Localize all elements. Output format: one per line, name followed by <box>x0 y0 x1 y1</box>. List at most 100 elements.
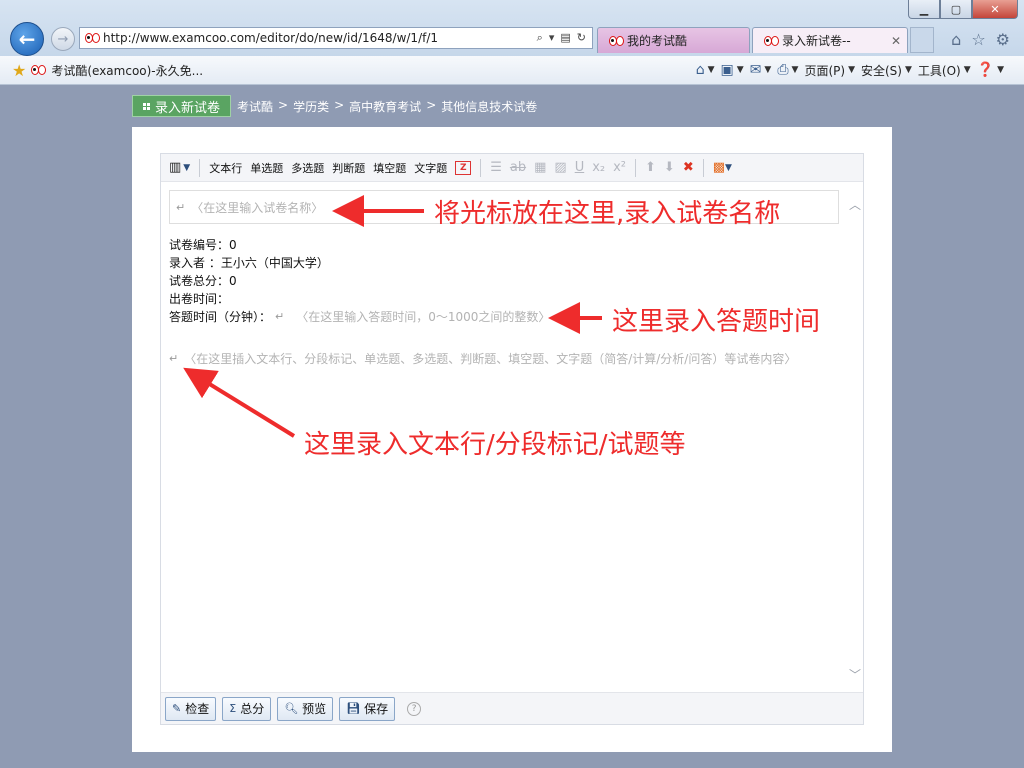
favorites-star-icon[interactable]: ☆ <box>971 30 985 49</box>
chevron-down-icon[interactable]: ▼ <box>183 163 190 173</box>
insert-text-line[interactable]: 文本行 <box>209 160 242 176</box>
sigma-icon: Σ <box>229 702 237 715</box>
underline-icon[interactable]: U <box>575 160 585 175</box>
printer-icon: ⎙ <box>777 62 789 78</box>
breadcrumb-sep: > <box>334 97 345 112</box>
feeds-button[interactable]: ▣ ▼ <box>721 62 744 78</box>
scroll-up-icon[interactable]: ︿ <box>849 199 861 211</box>
new-paper-button[interactable]: 录入新试卷 <box>132 95 232 117</box>
new-tab-button[interactable] <box>910 27 934 53</box>
return-mark-icon: ↵ <box>169 352 179 365</box>
move-down-icon[interactable]: ⬇ <box>664 160 675 175</box>
help-icon: ❓ <box>976 62 995 78</box>
move-up-icon[interactable]: ⬆ <box>645 160 656 175</box>
dropdown-icon[interactable]: ▾ <box>549 31 555 45</box>
time-label: 出卷时间： <box>169 292 230 306</box>
breadcrumb-item[interactable]: 其他信息技术试卷 <box>441 98 537 115</box>
total-value: 0 <box>229 274 237 288</box>
total-score-button[interactable]: Σ 总分 <box>222 696 272 721</box>
editor-bottom-bar: ✎ 检查 Σ 总分 🔍︎ 预览 💾︎ 保存 ? <box>161 692 863 724</box>
minimize-icon[interactable]: ▁ <box>908 0 940 19</box>
help-icon[interactable]: ? <box>407 701 422 716</box>
insert-fill-blank[interactable]: 填空题 <box>373 160 406 176</box>
paper-no-label: 试卷编号： <box>169 238 230 252</box>
home-icon[interactable]: ⌂ <box>951 30 961 49</box>
insert-multi-choice[interactable]: 多选题 <box>291 160 324 176</box>
tab-label: 我的考试酷 <box>627 34 688 48</box>
breadcrumb-sep: > <box>278 97 289 112</box>
help-menu[interactable]: ❓ ▼ <box>977 62 1004 78</box>
mail-icon: ✉ <box>749 62 762 78</box>
home-icon: ⌂ <box>695 62 705 78</box>
breadcrumb-item[interactable]: 学历类 <box>293 98 329 115</box>
breadcrumb-item[interactable]: 考试酷 <box>237 98 273 115</box>
paper-no-value: 0 <box>229 238 237 252</box>
image-icon[interactable]: ▨ <box>554 160 566 175</box>
check-button[interactable]: ✎ 检查 <box>165 696 217 721</box>
compat-view-icon[interactable]: ▤ <box>560 31 570 45</box>
list-icon[interactable]: ☰ <box>490 160 502 175</box>
favorite-favicon-icon <box>31 65 47 75</box>
table-icon[interactable]: ▦ <box>534 160 546 175</box>
settings-gear-icon[interactable]: ⚙ <box>996 30 1010 49</box>
maximize-icon[interactable]: ▢ <box>940 0 972 19</box>
paper-body-input[interactable]: ↵ 〈在这里插入文本行、分段标记、单选题、多选题、判断题、填空题、文字题（简答/… <box>169 350 839 367</box>
favorite-link[interactable]: 考试酷(examcoo)-永久免... <box>51 62 203 79</box>
check-icon: ✎ <box>172 702 182 715</box>
page-header: 录入新试卷 考试酷 > 学历类 > 高中教育考试 > 其他信息技术试卷 <box>132 95 537 117</box>
forward-arrow-icon: → <box>57 31 69 47</box>
save-disk-icon: 💾︎ <box>346 702 361 715</box>
site-favicon-icon <box>85 33 100 43</box>
annotation-duration-note: 这里录入答题时间 <box>612 307 821 337</box>
mail-button[interactable]: ✉ ▼ <box>750 62 772 78</box>
return-mark-icon: ↵ <box>275 310 285 323</box>
scroll-down-icon[interactable]: ﹀ <box>849 669 861 681</box>
favorites-bar: ★ 考试酷(examcoo)-永久免... ⌂ ▼ ▣ ▼ ✉ ▼ ⎙ ▼ 页面(P) ▼… <box>0 56 1024 85</box>
save-button[interactable]: 💾︎ 保存 <box>339 696 396 721</box>
address-bar[interactable]: http://www.examcoo.com/editor/do/new/id/… <box>79 27 593 49</box>
address-url[interactable]: http://www.examcoo.com/editor/do/new/id/… <box>103 31 537 45</box>
print-button[interactable]: ⎙ ▼ <box>777 62 798 78</box>
home-button[interactable]: ⌂ ▼ <box>696 62 715 78</box>
editor-scrollbar[interactable]: ︿ ﹀ <box>847 182 863 694</box>
rss-icon: ▣ <box>720 62 734 78</box>
superscript-icon[interactable]: x² <box>613 160 626 175</box>
page-menu[interactable]: 页面(P) ▼ <box>804 62 855 79</box>
tab-my-examcoo[interactable]: 我的考试酷 <box>597 27 750 53</box>
preview-button[interactable]: 🔍︎ 预览 <box>277 696 334 721</box>
tools-menu[interactable]: 工具(O) ▼ <box>918 62 971 79</box>
strikethrough-ab-icon[interactable]: ab <box>510 160 526 175</box>
tab-favicon-icon <box>609 35 624 46</box>
search-icon[interactable]: ⌕ <box>537 31 543 45</box>
window-controls: ▁ ▢ ✕ <box>908 0 1018 19</box>
breadcrumb-sep: > <box>426 97 437 112</box>
z-icon[interactable]: Z <box>455 160 472 175</box>
close-window-icon[interactable]: ✕ <box>972 0 1018 19</box>
refresh-icon[interactable]: ↻ <box>577 31 586 45</box>
insert-single-choice[interactable]: 单选题 <box>250 160 283 176</box>
delete-icon[interactable]: ✖ <box>683 160 694 175</box>
browser-right-icons: ⌂ ☆ ⚙ <box>951 30 1010 49</box>
browser-titlebar: ▁ ▢ ✕ ← → http://www.examcoo.com/editor/… <box>0 0 1024 56</box>
back-button[interactable]: ← <box>10 22 44 56</box>
breadcrumb-item[interactable]: 高中教育考试 <box>349 98 421 115</box>
add-favorite-icon[interactable]: ★ <box>12 61 26 80</box>
safety-menu[interactable]: 安全(S) ▼ <box>861 62 912 79</box>
insert-text-question[interactable]: 文字题 <box>414 160 447 176</box>
body-placeholder: 〈在这里插入文本行、分段标记、单选题、多选题、判断题、填空题、文字题（简答/计算… <box>184 352 797 366</box>
forward-button[interactable]: → <box>51 27 75 51</box>
return-mark-icon: ↵ <box>176 200 186 214</box>
duration-input[interactable]: 〈在这里输入答题时间，0～1000之间的整数〉 <box>296 308 550 326</box>
insert-true-false[interactable]: 判断题 <box>332 160 365 176</box>
add-widget-icon[interactable]: ▩ <box>713 160 725 175</box>
tab-new-paper[interactable]: 录入新试卷-- ✕ <box>752 27 908 53</box>
columns-icon[interactable]: ▥ <box>169 160 181 175</box>
command-bar: ⌂ ▼ ▣ ▼ ✉ ▼ ⎙ ▼ 页面(P) ▼ 安全(S) ▼ 工具(O) ▼ ❓ ▼ <box>696 56 1004 84</box>
tab-close-icon[interactable]: ✕ <box>891 34 901 48</box>
author-label: 录入者 ： <box>169 256 221 270</box>
annotation-body-note: 这里录入文本行/分段标记/试题等 <box>304 430 686 460</box>
subscript-icon[interactable]: x₂ <box>592 160 605 175</box>
tab-favicon-icon <box>764 35 779 46</box>
chevron-down-icon[interactable]: ▼ <box>725 163 732 173</box>
grid-icon <box>143 102 150 110</box>
